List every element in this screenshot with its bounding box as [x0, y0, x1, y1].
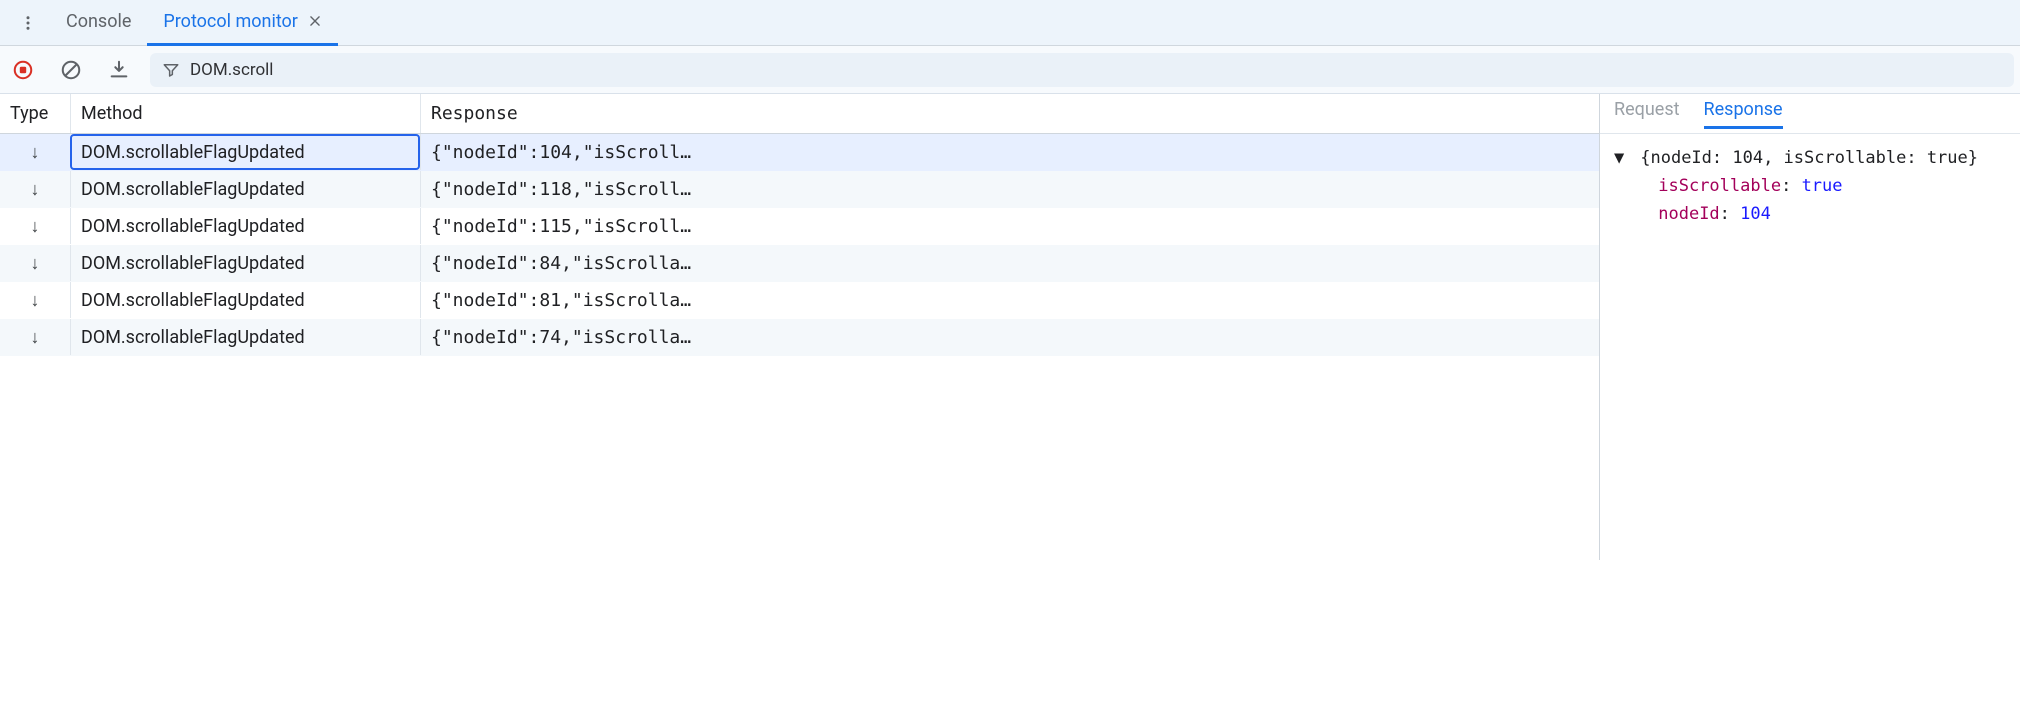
cell-response: {"nodeId":118,"isScroll… — [431, 179, 691, 200]
tree-field[interactable]: isScrollable: true — [1614, 172, 2006, 200]
cell-method: DOM.scrollableFlagUpdated — [70, 208, 420, 244]
tree-value: 104 — [1740, 204, 1771, 224]
message-table: Type Method Response ↓ DOM.scrollableFla… — [0, 94, 1600, 560]
filter-icon — [162, 61, 180, 79]
table-row[interactable]: ↓ DOM.scrollableFlagUpdated {"nodeId":11… — [0, 171, 1599, 208]
kebab-icon — [19, 14, 37, 32]
direction-incoming-icon: ↓ — [10, 142, 60, 163]
col-header-method[interactable]: Method — [70, 94, 420, 133]
cell-response: {"nodeId":84,"isScrolla… — [431, 253, 691, 274]
tree-root[interactable]: ▼ {nodeId: 104, isScrollable: true} — [1614, 144, 2006, 172]
record-button[interactable] — [6, 53, 40, 87]
cell-method: DOM.scrollableFlagUpdated — [70, 134, 420, 170]
filter-input-value: DOM.scroll — [190, 60, 2002, 80]
direction-incoming-icon: ↓ — [10, 179, 60, 200]
cell-method: DOM.scrollableFlagUpdated — [70, 282, 420, 318]
download-icon — [108, 59, 130, 81]
table-header: Type Method Response — [0, 94, 1599, 134]
tree-summary: {nodeId: 104, isScrollable: true} — [1640, 148, 1978, 168]
tab-console[interactable]: Console — [50, 0, 147, 46]
table-row[interactable]: ↓ DOM.scrollableFlagUpdated {"nodeId":74… — [0, 319, 1599, 356]
cell-response: {"nodeId":74,"isScrolla… — [431, 327, 691, 348]
tree-value: true — [1802, 176, 1843, 196]
cell-response: {"nodeId":115,"isScroll… — [431, 216, 691, 237]
protocol-monitor-panel: Console Protocol monitor — [0, 0, 2020, 560]
cell-response: {"nodeId":104,"isScroll… — [431, 142, 691, 163]
cell-method: DOM.scrollableFlagUpdated — [70, 245, 420, 281]
response-tree: ▼ {nodeId: 104, isScrollable: true} isSc… — [1600, 134, 2020, 238]
cell-method: DOM.scrollableFlagUpdated — [70, 171, 420, 207]
col-header-type[interactable]: Type — [0, 94, 70, 133]
direction-incoming-icon: ↓ — [10, 290, 60, 311]
cell-response: {"nodeId":81,"isScrolla… — [431, 290, 691, 311]
tab-response[interactable]: Response — [1704, 99, 1783, 129]
table-row[interactable]: ↓ DOM.scrollableFlagUpdated {"nodeId":81… — [0, 282, 1599, 319]
toolbar: DOM.scroll — [0, 46, 2020, 94]
direction-incoming-icon: ↓ — [10, 327, 60, 348]
col-header-response[interactable]: Response — [420, 94, 1599, 133]
clear-icon — [60, 59, 82, 81]
detail-panel: Request Response ▼ {nodeId: 104, isScrol… — [1600, 94, 2020, 560]
tab-request[interactable]: Request — [1614, 99, 1680, 129]
filter-input[interactable]: DOM.scroll — [150, 53, 2014, 87]
tab-protocol-monitor-label: Protocol monitor — [163, 11, 298, 32]
tree-key: isScrollable — [1658, 176, 1781, 196]
clear-button[interactable] — [54, 53, 88, 87]
main-split: Type Method Response ↓ DOM.scrollableFla… — [0, 94, 2020, 560]
table-row[interactable]: ↓ DOM.scrollableFlagUpdated {"nodeId":10… — [0, 134, 1599, 171]
close-icon[interactable] — [308, 14, 322, 28]
direction-incoming-icon: ↓ — [10, 216, 60, 237]
more-menu-button[interactable] — [6, 0, 50, 46]
detail-tabs: Request Response — [1600, 94, 2020, 134]
tab-protocol-monitor[interactable]: Protocol monitor — [147, 0, 338, 46]
save-button[interactable] — [102, 53, 136, 87]
tree-key: nodeId — [1658, 204, 1719, 224]
tab-console-label: Console — [66, 11, 131, 32]
tab-bar: Console Protocol monitor — [0, 0, 2020, 46]
table-row[interactable]: ↓ DOM.scrollableFlagUpdated {"nodeId":84… — [0, 245, 1599, 282]
tree-field[interactable]: nodeId: 104 — [1614, 200, 2006, 228]
cell-method: DOM.scrollableFlagUpdated — [70, 319, 420, 355]
direction-incoming-icon: ↓ — [10, 253, 60, 274]
table-body: ↓ DOM.scrollableFlagUpdated {"nodeId":10… — [0, 134, 1599, 560]
record-icon — [12, 59, 34, 81]
caret-down-icon[interactable]: ▼ — [1614, 144, 1630, 172]
table-row[interactable]: ↓ DOM.scrollableFlagUpdated {"nodeId":11… — [0, 208, 1599, 245]
